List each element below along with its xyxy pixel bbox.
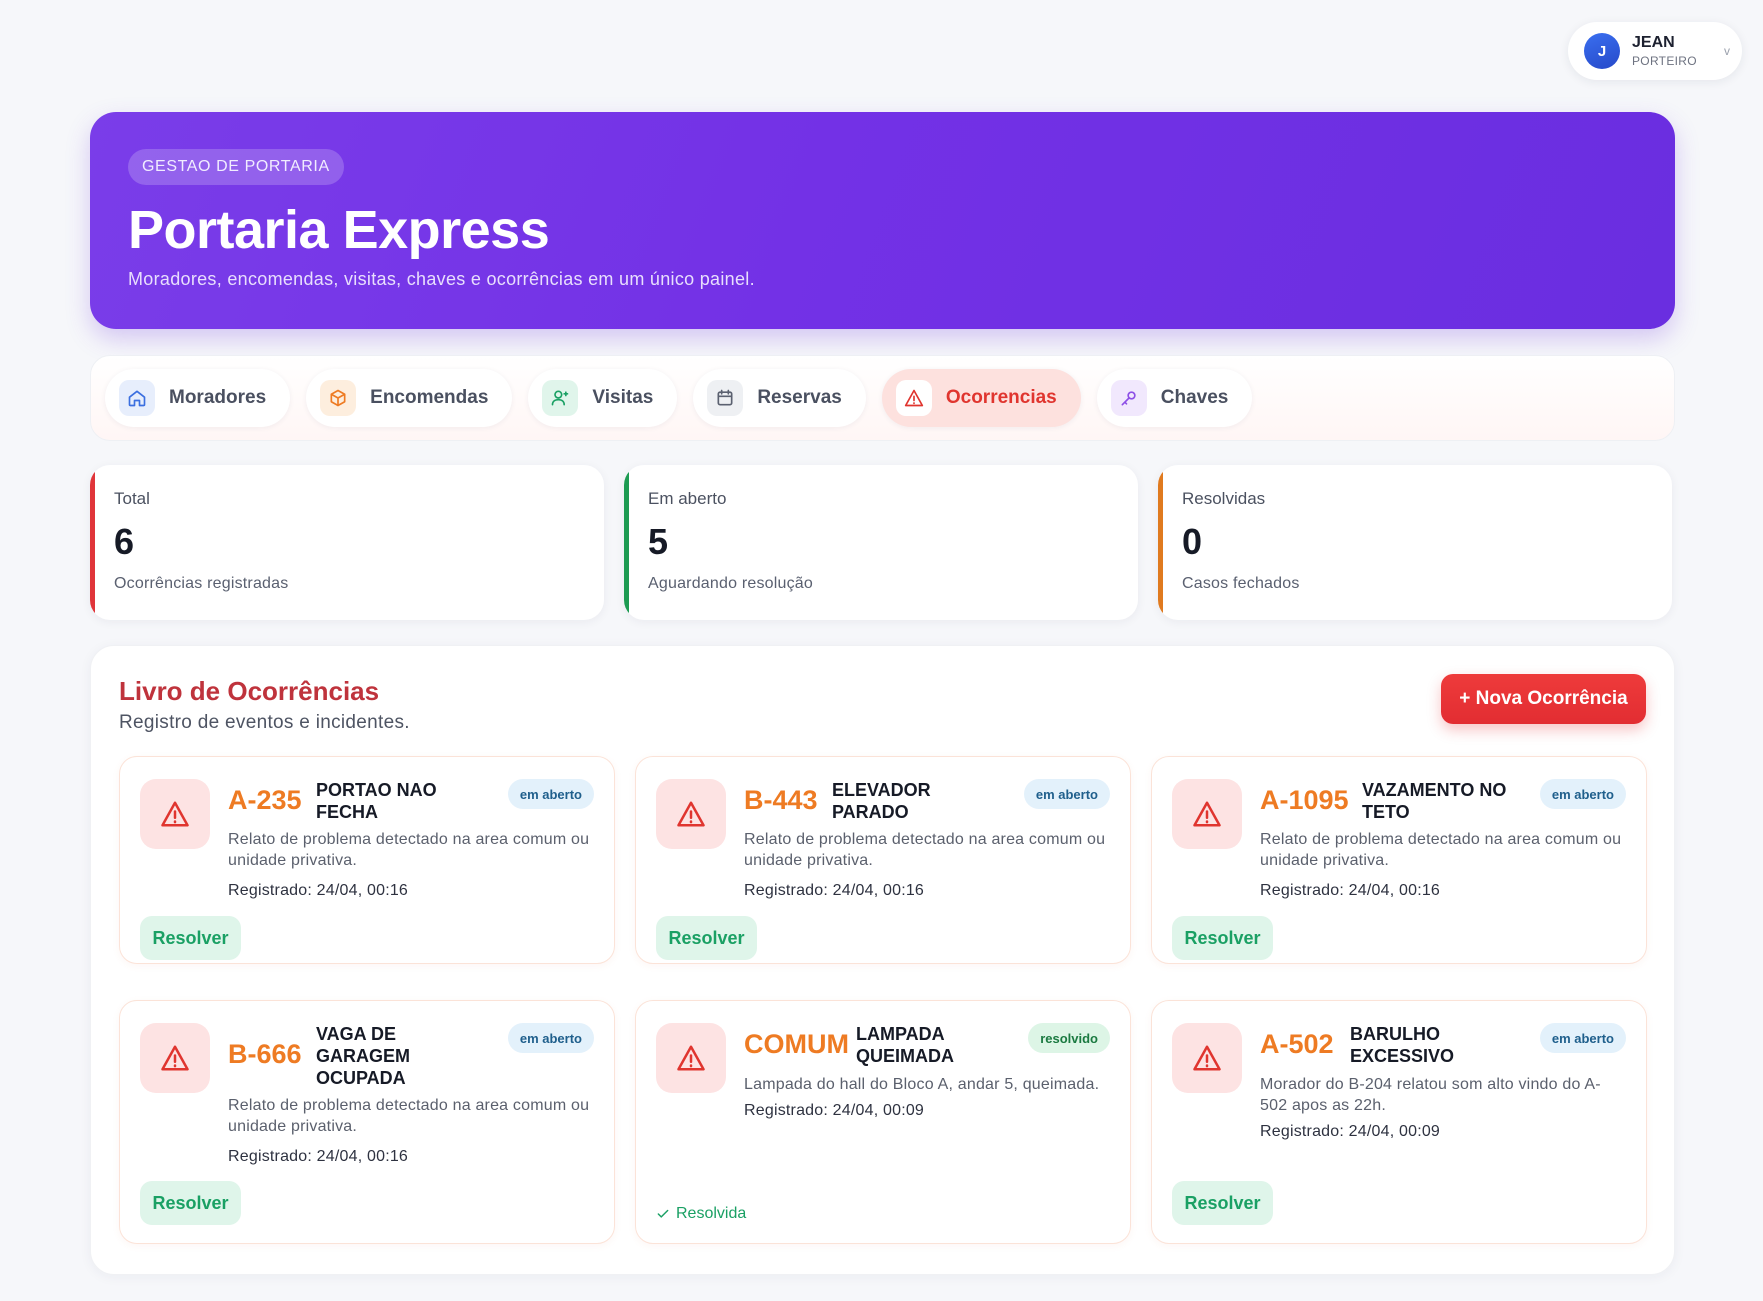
status-badge: em aberto (507, 1023, 594, 1053)
stat-open: Em aberto 5 Aguardando resolução (624, 465, 1138, 620)
occurrence-date: Registrado: 24/04, 00:16 (1260, 882, 1441, 899)
occurrence-title: VAZAMENTO NO TETO (1362, 780, 1507, 822)
stat-value: 5 (648, 521, 669, 562)
occurrence-unit: A-1095 (1260, 785, 1349, 815)
stat-value: 0 (1182, 521, 1203, 562)
stat-resolved: Resolvidas 0 Casos fechados (1158, 465, 1672, 620)
resolve-button[interactable]: Resolver (140, 916, 241, 960)
tab-visitas[interactable]: Visitas (528, 369, 678, 427)
hero-banner: GESTAO DE PORTARIA Portaria Express Mora… (90, 112, 1675, 329)
occurrence-description: Relato de problema detectado na area com… (1260, 831, 1622, 869)
status-badge: em aberto (1023, 779, 1110, 809)
home-icon (119, 380, 155, 416)
warning-icon (140, 779, 210, 849)
warning-icon (1172, 1023, 1242, 1093)
tab-moradores[interactable]: Moradores (105, 369, 291, 427)
warning-icon (656, 779, 726, 849)
tab-label: Encomendas (370, 387, 489, 408)
user-name: JEAN (1632, 34, 1675, 52)
stat-desc: Casos fechados (1182, 575, 1300, 592)
resolved-status: Resolvida (656, 1205, 746, 1223)
package-icon (320, 380, 357, 416)
tab-encomendas[interactable]: Encomendas (306, 369, 513, 427)
occurrence-card: COMUM LAMPADA QUEIMADA resolvido Lampada… (635, 1000, 1131, 1244)
occurrence-unit: COMUM (744, 1029, 849, 1059)
occurrence-description: Relato de problema detectado na area com… (228, 831, 590, 869)
occurrence-date: Registrado: 24/04, 00:16 (744, 882, 925, 899)
resolve-button[interactable]: Resolver (1172, 916, 1273, 960)
occurrence-description: Relato de problema detectado na area com… (744, 831, 1106, 869)
page-title: Portaria Express (128, 200, 550, 260)
tab-label: Visitas (592, 387, 654, 408)
occurrence-date: Registrado: 24/04, 00:09 (1260, 1123, 1441, 1140)
occurrence-card: B-666 VAGA DE GARAGEM OCUPADA em aberto … (119, 1000, 615, 1244)
key-icon (1110, 380, 1147, 416)
stat-desc: Aguardando resolução (648, 575, 814, 592)
occurrence-unit: A-235 (228, 785, 302, 815)
user-info: JEAN PORTEIRO (1632, 34, 1712, 68)
occurrence-card: B-443 ELEVADOR PARADO em aberto Relato d… (635, 756, 1131, 964)
chevron-down-icon: v (1724, 44, 1730, 58)
occurrence-date: Registrado: 24/04, 00:16 (228, 882, 409, 899)
occurrence-title: BARULHO EXCESSIVO (1350, 1024, 1455, 1066)
avatar: J (1584, 33, 1620, 69)
tab-label: Chaves (1160, 387, 1229, 408)
tab-reservas[interactable]: Reservas (693, 369, 866, 427)
tab-chaves[interactable]: Chaves (1096, 369, 1253, 427)
occurrence-card: A-235 PORTAO NAO FECHA em aberto Relato … (119, 756, 615, 964)
resolve-button[interactable]: Resolver (1172, 1181, 1273, 1225)
stat-label: Resolvidas (1182, 489, 1266, 508)
user-role: PORTEIRO (1632, 53, 1697, 68)
status-badge: em aberto (507, 779, 594, 809)
calendar-icon (707, 380, 744, 416)
occurrence-description: Lampada do hall do Bloco A, andar 5, que… (744, 1076, 1100, 1093)
tab-label: Moradores (169, 387, 267, 408)
occurrence-date: Registrado: 24/04, 00:16 (228, 1148, 409, 1165)
page-subtitle: Moradores, encomendas, visitas, chaves e… (128, 269, 755, 289)
occurrence-card: A-502 BARULHO EXCESSIVO em aberto Morado… (1151, 1000, 1647, 1244)
module-tabs: Moradores Encomendas Visitas Reservas Oc… (90, 355, 1675, 441)
warning-icon (656, 1023, 726, 1093)
stat-desc: Ocorrências registradas (114, 575, 289, 592)
warning-icon (1172, 779, 1242, 849)
occurrence-description: Relato de problema detectado na area com… (228, 1097, 590, 1135)
occurrence-title: VAGA DE GARAGEM OCUPADA (316, 1024, 410, 1088)
occurrence-title: LAMPADA QUEIMADA (856, 1024, 954, 1066)
occurrence-date: Registrado: 24/04, 00:09 (744, 1102, 925, 1119)
occurrence-unit: A-502 (1260, 1029, 1334, 1059)
new-occurrence-button[interactable]: + Nova Ocorrência (1441, 674, 1646, 724)
status-badge: em aberto (1539, 779, 1626, 809)
occurrence-card: A-1095 VAZAMENTO NO TETO em aberto Relat… (1151, 756, 1647, 964)
section-title: Livro de Ocorrências (119, 676, 380, 706)
section-subtitle: Registro de eventos e incidentes. (119, 712, 410, 733)
check-icon (657, 1209, 669, 1218)
occurrence-ledger: Livro de Ocorrências Registro de eventos… (90, 645, 1675, 1275)
user-menu[interactable]: J JEAN PORTEIRO v (1568, 22, 1742, 80)
tab-label: Ocorrencias (945, 387, 1057, 408)
hero-badge: GESTAO DE PORTARIA (128, 149, 344, 185)
stat-total: Total 6 Ocorrências registradas (90, 465, 604, 620)
resolve-button[interactable]: Resolver (140, 1181, 241, 1225)
occurrence-description: Morador do B-204 relatou som alto vindo … (1260, 1076, 1601, 1114)
occurrence-title: ELEVADOR PARADO (832, 780, 931, 822)
tab-ocorrencias[interactable]: Ocorrencias (881, 369, 1081, 427)
occurrence-unit: B-666 (228, 1039, 302, 1069)
resolved-label: Resolvida (676, 1205, 747, 1222)
tab-label: Reservas (757, 387, 842, 408)
warning-icon (895, 380, 932, 416)
status-badge: em aberto (1539, 1023, 1626, 1053)
status-badge: resolvido (1028, 1023, 1110, 1053)
resolve-button[interactable]: Resolver (656, 916, 757, 960)
occurrence-title: PORTAO NAO FECHA (316, 780, 437, 822)
occurrence-unit: B-443 (744, 785, 818, 815)
user-add-icon (542, 380, 579, 416)
stat-label: Total (114, 489, 150, 508)
stat-value: 6 (114, 521, 135, 562)
warning-icon (140, 1023, 210, 1093)
stat-label: Em aberto (648, 489, 727, 508)
